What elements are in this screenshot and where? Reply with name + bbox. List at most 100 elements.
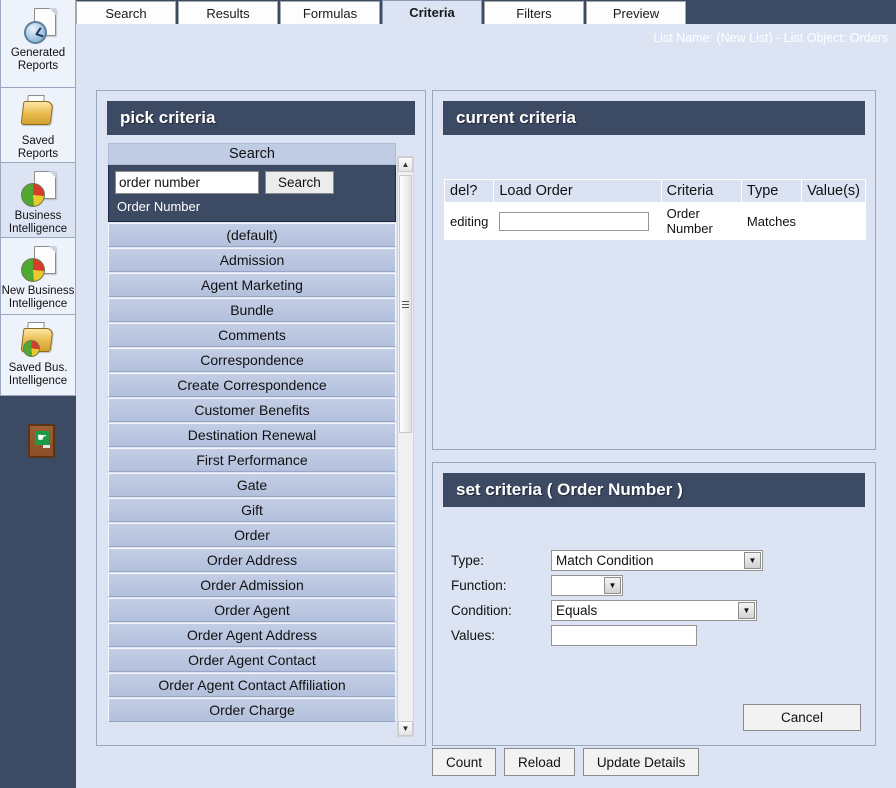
type-select[interactable]: Match Condition ▼ bbox=[551, 550, 763, 571]
pick-criteria-title: pick criteria bbox=[107, 101, 415, 135]
list-item[interactable]: Order Charge bbox=[108, 698, 396, 722]
scrollbar-thumb[interactable] bbox=[399, 175, 412, 433]
cell-criteria: Order Number bbox=[660, 202, 742, 240]
search-section: Search Order Number bbox=[108, 165, 396, 222]
exit-door-icon: ☛ bbox=[22, 422, 62, 464]
list-item[interactable]: Order Agent Contact bbox=[108, 648, 396, 672]
cell-type: Matches bbox=[740, 202, 803, 240]
form-row-values: Values: bbox=[451, 624, 763, 647]
tab-criteria[interactable]: Criteria bbox=[382, 0, 482, 24]
column-header-load-order: Load Order bbox=[493, 179, 662, 203]
form-row-type: Type: Match Condition ▼ bbox=[451, 549, 763, 572]
column-header-values: Value(s) bbox=[801, 179, 866, 203]
search-section-header: Search bbox=[108, 143, 396, 165]
form-row-function: Function: ▼ bbox=[451, 574, 763, 597]
scroll-up-icon[interactable]: ▲ bbox=[398, 157, 413, 172]
set-criteria-title: set criteria ( Order Number ) bbox=[443, 473, 865, 507]
current-criteria-panel: current criteria del? Load Order Criteri… bbox=[432, 90, 876, 450]
list-item[interactable]: Gift bbox=[108, 498, 396, 522]
chevron-down-icon[interactable]: ▼ bbox=[744, 552, 761, 569]
sidebar-item-saved-reports[interactable]: Saved Reports bbox=[0, 88, 76, 163]
pick-criteria-list-viewport: Search Search Order Number (default) Adm… bbox=[108, 143, 414, 737]
sidebar-item-label: Saved Bus. Intelligence bbox=[8, 362, 68, 387]
clock-document-icon bbox=[18, 7, 58, 45]
sidebar-item-label: Generated Reports bbox=[10, 47, 66, 72]
column-header-criteria: Criteria bbox=[660, 179, 742, 203]
reload-button[interactable]: Reload bbox=[504, 748, 575, 776]
tab-preview[interactable]: Preview bbox=[586, 1, 686, 24]
list-item[interactable]: Order Agent bbox=[108, 598, 396, 622]
column-header-type: Type bbox=[740, 179, 803, 203]
set-criteria-panel: set criteria ( Order Number ) Type: Matc… bbox=[432, 462, 876, 746]
values-input[interactable] bbox=[551, 625, 697, 646]
sidebar-item-new-business-intelligence[interactable]: New Business Intelligence bbox=[0, 238, 76, 315]
list-item[interactable]: Bundle bbox=[108, 298, 396, 322]
condition-label: Condition: bbox=[451, 603, 512, 618]
tab-bar: Search Results Formulas Criteria Filters… bbox=[76, 0, 896, 24]
list-item[interactable]: Order bbox=[108, 523, 396, 547]
pie-document-icon bbox=[18, 245, 58, 283]
sidebar-item-business-intelligence[interactable]: Business Intelligence bbox=[0, 163, 76, 238]
function-label: Function: bbox=[451, 578, 507, 593]
tab-filters[interactable]: Filters bbox=[484, 1, 584, 24]
condition-select[interactable]: Equals ▼ bbox=[551, 600, 757, 621]
list-item[interactable]: Order Agent Contact Affiliation bbox=[108, 673, 396, 697]
folder-pie-icon bbox=[18, 322, 58, 360]
list-item[interactable]: Customer Benefits bbox=[108, 398, 396, 422]
column-header-del: del? bbox=[443, 179, 495, 203]
load-order-input[interactable] bbox=[499, 211, 650, 231]
scroll-down-icon[interactable]: ▼ bbox=[398, 721, 413, 736]
application-window: Generated Reports Saved Reports Business… bbox=[0, 0, 896, 788]
main-content: List Name: (New List) - List Object: Ord… bbox=[76, 24, 896, 788]
sidebar-item-label: New Business Intelligence bbox=[1, 285, 75, 310]
count-button[interactable]: Count bbox=[432, 748, 497, 776]
list-name-label: List Name: (New List) - List Object: Ord… bbox=[653, 31, 888, 45]
search-button[interactable]: Search bbox=[265, 171, 334, 194]
pick-criteria-list: Search Search Order Number (default) Adm… bbox=[108, 143, 396, 722]
function-select[interactable]: ▼ bbox=[551, 575, 623, 596]
pick-criteria-scrollbar[interactable]: ▲ ▼ bbox=[397, 156, 414, 737]
chevron-down-icon[interactable]: ▼ bbox=[738, 602, 755, 619]
table-header-row: del? Load Order Criteria Type Value(s) bbox=[443, 179, 866, 203]
list-item[interactable]: Comments bbox=[108, 323, 396, 347]
tab-search[interactable]: Search bbox=[76, 1, 176, 24]
cell-values bbox=[801, 202, 866, 240]
pie-document-icon bbox=[18, 170, 58, 208]
tab-results[interactable]: Results bbox=[178, 1, 278, 24]
list-item[interactable]: Order Admission bbox=[108, 573, 396, 597]
update-details-button[interactable]: Update Details bbox=[582, 748, 700, 776]
type-label: Type: bbox=[451, 553, 485, 568]
cell-load-order bbox=[493, 202, 662, 240]
folder-document-icon bbox=[18, 95, 58, 133]
set-criteria-form: Type: Match Condition ▼ Function: ▼ Cond… bbox=[451, 549, 763, 649]
list-item[interactable]: Destination Renewal bbox=[108, 423, 396, 447]
list-item[interactable]: Create Correspondence bbox=[108, 373, 396, 397]
list-item[interactable]: (default) bbox=[108, 223, 396, 247]
type-select-value: Match Condition bbox=[556, 553, 654, 568]
sidebar-item-label: Saved Reports bbox=[17, 135, 59, 160]
condition-select-value: Equals bbox=[556, 603, 598, 618]
sidebar-item-label: Business Intelligence bbox=[8, 210, 68, 235]
cell-del-status: editing bbox=[443, 202, 495, 240]
cancel-button[interactable]: Cancel bbox=[743, 704, 861, 731]
list-item[interactable]: Agent Marketing bbox=[108, 273, 396, 297]
list-item[interactable]: Order Address bbox=[108, 548, 396, 572]
current-criteria-table: del? Load Order Criteria Type Value(s) e… bbox=[443, 179, 866, 240]
left-sidebar: Generated Reports Saved Reports Business… bbox=[0, 0, 76, 788]
table-row: editing Order Number Matches bbox=[443, 202, 866, 240]
list-item[interactable]: Correspondence bbox=[108, 348, 396, 372]
search-result-item[interactable]: Order Number bbox=[115, 194, 389, 216]
tab-formulas[interactable]: Formulas bbox=[280, 1, 380, 24]
list-item[interactable]: First Performance bbox=[108, 448, 396, 472]
pick-criteria-panel: pick criteria Search Search Order Number… bbox=[96, 90, 426, 746]
chevron-down-icon[interactable]: ▼ bbox=[604, 577, 621, 594]
sidebar-item-generated-reports[interactable]: Generated Reports bbox=[0, 0, 76, 88]
search-input[interactable] bbox=[115, 171, 259, 194]
form-row-condition: Condition: Equals ▼ bbox=[451, 599, 763, 622]
list-item[interactable]: Gate bbox=[108, 473, 396, 497]
sidebar-item-saved-business-intelligence[interactable]: Saved Bus. Intelligence bbox=[0, 315, 76, 396]
list-item[interactable]: Admission bbox=[108, 248, 396, 272]
bottom-button-bar: Count Reload Update Details bbox=[432, 748, 700, 776]
exit-button[interactable]: ☛ bbox=[22, 422, 55, 466]
list-item[interactable]: Order Agent Address bbox=[108, 623, 396, 647]
